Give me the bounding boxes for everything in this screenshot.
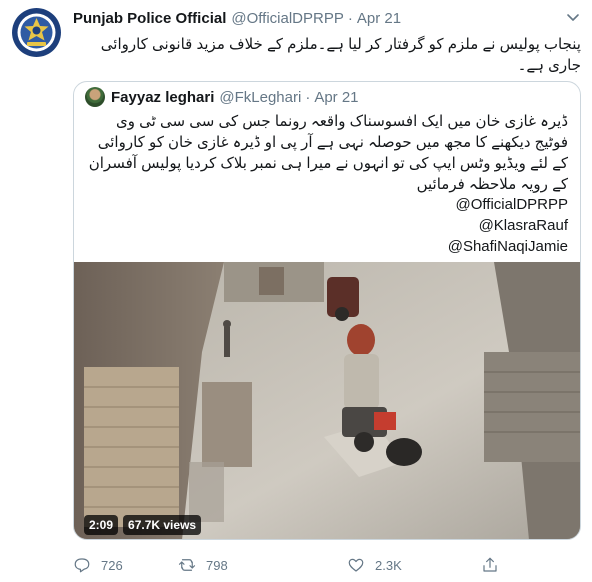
heart-icon bbox=[347, 556, 365, 574]
like-count: 2.3K bbox=[375, 557, 402, 573]
separator: · bbox=[347, 9, 353, 27]
quoted-text: ڈیرہ غازی خان میں ایک افسوسناک واقعہ رون… bbox=[88, 113, 568, 193]
like-button[interactable]: 2.3K bbox=[347, 554, 402, 576]
video-badges: 2:09 67.7K views bbox=[84, 515, 202, 535]
quoted-author-name: Fayyaz leghari bbox=[111, 88, 215, 106]
tweet-time[interactable]: Apr 21 bbox=[357, 10, 401, 27]
retweet-count: 798 bbox=[206, 557, 228, 573]
quoted-header: Fayyaz leghari @FkLeghari · Apr 21 bbox=[111, 88, 359, 106]
tweet-actions: 726 798 2.3K bbox=[73, 554, 523, 576]
author-handle[interactable]: @OfficialDPRPP bbox=[231, 10, 343, 27]
quoted-tweet[interactable]: Fayyaz leghari @FkLeghari · Apr 21 ڈیرہ … bbox=[73, 81, 581, 540]
reply-button[interactable]: 726 bbox=[73, 554, 123, 576]
tweet-text: پنجاب پولیس نے ملزم کو گرفتار کر لیا ہے۔… bbox=[100, 36, 581, 74]
video-frame bbox=[74, 262, 580, 539]
retweet-button[interactable]: 798 bbox=[178, 554, 228, 576]
video-views: 67.7K views bbox=[123, 515, 202, 535]
share-button[interactable] bbox=[481, 554, 499, 576]
mention[interactable]: @ShafiNaqiJamie bbox=[448, 236, 568, 257]
chevron-down-icon[interactable] bbox=[564, 8, 582, 26]
quoted-time: Apr 21 bbox=[314, 88, 359, 106]
reply-count: 726 bbox=[101, 557, 123, 573]
video-duration: 2:09 bbox=[84, 515, 119, 535]
quoted-separator: · bbox=[305, 88, 311, 106]
quoted-mentions: @OfficialDPRPP @KlasraRauf @ShafiNaqiJam… bbox=[448, 194, 568, 257]
mention[interactable]: @KlasraRauf bbox=[448, 215, 568, 236]
tweet-header: Punjab Police Official @OfficialDPRPP · … bbox=[73, 8, 401, 28]
mention[interactable]: @OfficialDPRPP bbox=[448, 194, 568, 215]
video-player[interactable]: 2:09 67.7K views bbox=[74, 262, 580, 539]
police-badge-icon[interactable] bbox=[12, 8, 61, 57]
author-name[interactable]: Punjab Police Official bbox=[73, 10, 226, 27]
quoted-author-handle: @FkLeghari bbox=[219, 88, 302, 106]
quoted-avatar[interactable] bbox=[85, 87, 105, 107]
reply-icon bbox=[73, 556, 91, 574]
retweet-icon bbox=[178, 556, 196, 574]
tweet[interactable]: Punjab Police Official @OfficialDPRPP · … bbox=[0, 0, 592, 582]
share-icon bbox=[481, 556, 499, 574]
